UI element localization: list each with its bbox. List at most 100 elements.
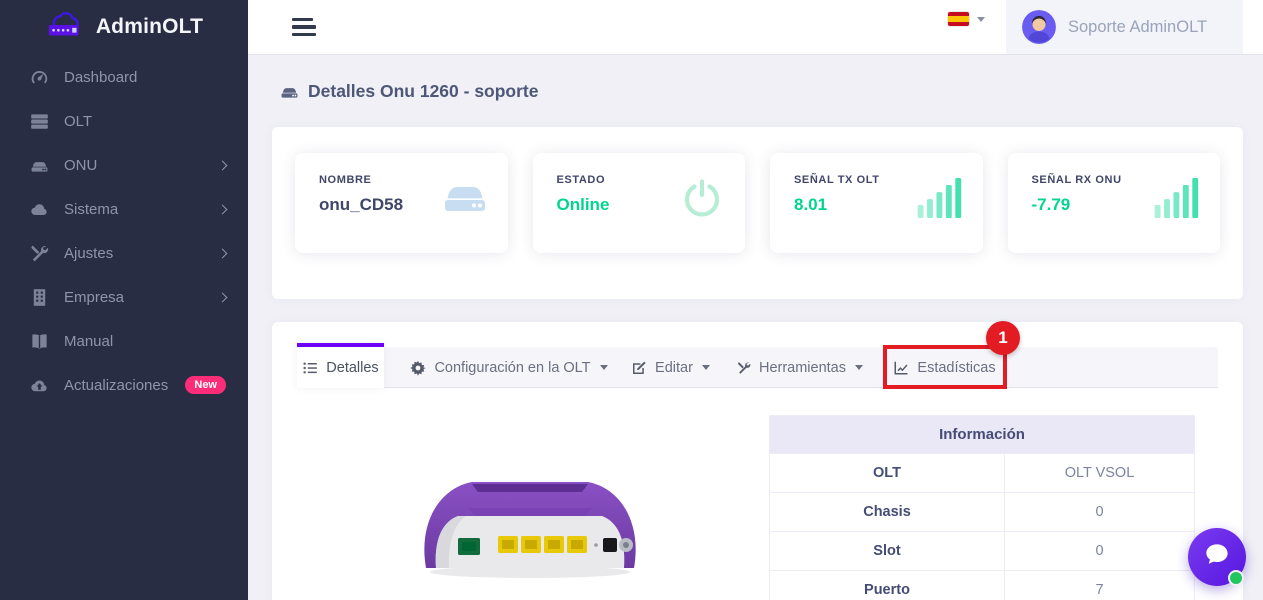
cloud-olt-logo-icon (45, 10, 87, 45)
tab-label: Estadísticas (917, 360, 995, 376)
tab-label: Herramientas (759, 360, 846, 376)
stat-card-senal-rx-onu: SEÑAL RX ONU -7.79 (1008, 153, 1221, 253)
tab-estadisticas[interactable]: Estadísticas (884, 347, 1005, 388)
avatar (1022, 10, 1056, 44)
chevron-right-icon (218, 160, 228, 170)
server-icon (30, 112, 49, 131)
caret-down-icon (977, 17, 985, 22)
power-icon (679, 178, 725, 218)
sidebar: AdminOLT Dashboard OLT ONU Sistema Ajust… (0, 0, 248, 600)
info-table: Información OLT OLT VSOL Chasis 0 Slot 0… (769, 415, 1195, 600)
table-row: Slot 0 (770, 531, 1194, 570)
tab-label: Detalles (326, 360, 378, 376)
tab-bar: Detalles Configuración en la OLT Editar … (297, 347, 1218, 388)
hamburger-menu-icon[interactable] (292, 14, 316, 40)
stat-card-nombre: NOMBRE onu_CD58 (295, 153, 508, 253)
edit-icon (631, 360, 647, 376)
caret-down-icon (855, 365, 863, 370)
stat-value: onu_CD58 (319, 195, 403, 215)
list-icon (302, 360, 318, 376)
cloud-upload-icon (30, 376, 49, 395)
table-row-key: Slot (770, 532, 1004, 570)
cloud-icon (30, 200, 49, 219)
table-row-key: OLT (770, 454, 1004, 492)
user-menu[interactable]: Soporte AdminOLT (1006, 0, 1243, 54)
new-badge: New (185, 376, 226, 394)
sidebar-item-label: Dashboard (64, 69, 226, 86)
table-row-key: Chasis (770, 493, 1004, 531)
stat-value: -7.79 (1032, 195, 1122, 215)
onu-device-image (410, 452, 650, 592)
tools-icon (30, 244, 49, 263)
sidebar-item-actualizaciones[interactable]: Actualizaciones New (0, 363, 248, 407)
signal-icon (917, 178, 963, 218)
sidebar-item-label: OLT (64, 113, 226, 130)
sidebar-item-onu[interactable]: ONU (0, 143, 248, 187)
sidebar-item-label: Empresa (64, 289, 219, 306)
sidebar-item-olt[interactable]: OLT (0, 99, 248, 143)
user-name: Soporte AdminOLT (1068, 18, 1207, 37)
stat-value: Online (557, 195, 610, 215)
stats-panel: NOMBRE onu_CD58 ESTADO Online SEÑAL TX O… (272, 127, 1243, 299)
sidebar-item-ajustes[interactable]: Ajustes (0, 231, 248, 275)
table-row: OLT OLT VSOL (770, 453, 1194, 492)
table-row-value: 0 (1004, 532, 1194, 570)
sidebar-item-label: Sistema (64, 201, 219, 218)
language-selector[interactable] (948, 12, 985, 26)
tab-configuracion-olt[interactable]: Configuración en la OLT (399, 347, 619, 388)
caret-down-icon (702, 365, 710, 370)
stat-label: SEÑAL TX OLT (794, 174, 880, 186)
tab-label: Configuración en la OLT (434, 360, 590, 376)
stat-card-estado: ESTADO Online (533, 153, 746, 253)
sidebar-menu: Dashboard OLT ONU Sistema Ajustes Empres… (0, 54, 248, 407)
chat-widget-button[interactable] (1188, 528, 1246, 586)
sidebar-item-sistema[interactable]: Sistema (0, 187, 248, 231)
info-table-header: Información (770, 416, 1194, 453)
router-icon (30, 156, 49, 175)
tab-detalles[interactable]: Detalles (297, 343, 384, 388)
book-icon (30, 332, 49, 351)
topbar: Soporte AdminOLT (248, 0, 1263, 54)
table-row-key: Puerto (770, 571, 1004, 600)
sidebar-item-label: Manual (64, 333, 226, 350)
wrench-icon (737, 360, 751, 376)
page-title: Detalles Onu 1260 - soporte (308, 81, 539, 102)
spain-flag-icon (948, 12, 969, 26)
table-row-value: 7 (1004, 571, 1194, 600)
gear-icon (410, 360, 426, 376)
tab-label: Editar (655, 360, 693, 376)
tab-editar[interactable]: Editar (630, 347, 711, 388)
sidebar-item-label: Ajustes (64, 245, 219, 262)
router-icon (442, 178, 488, 218)
stat-label: NOMBRE (319, 174, 403, 186)
stat-card-senal-tx-olt: SEÑAL TX OLT 8.01 (770, 153, 983, 253)
gauge-icon (30, 68, 49, 87)
stat-label: SEÑAL RX ONU (1032, 174, 1122, 186)
router-icon (280, 82, 299, 101)
table-row: Chasis 0 (770, 492, 1194, 531)
app-logo[interactable]: AdminOLT (0, 0, 248, 54)
sidebar-item-manual[interactable]: Manual (0, 319, 248, 363)
annotation-step-badge: 1 (986, 321, 1020, 355)
chevron-right-icon (218, 248, 228, 258)
table-row: Puerto 7 (770, 570, 1194, 600)
chevron-right-icon (218, 292, 228, 302)
building-icon (30, 288, 49, 307)
signal-icon (1154, 178, 1200, 218)
sidebar-item-dashboard[interactable]: Dashboard (0, 55, 248, 99)
page-header: Detalles Onu 1260 - soporte (280, 81, 539, 102)
sidebar-item-label: ONU (64, 157, 219, 174)
sidebar-item-empresa[interactable]: Empresa (0, 275, 248, 319)
speech-bubble-icon (1202, 540, 1232, 575)
sidebar-item-label: Actualizaciones (64, 377, 177, 394)
tab-herramientas[interactable]: Herramientas (737, 347, 863, 388)
caret-down-icon (600, 365, 608, 370)
app-logo-text: AdminOLT (96, 15, 203, 39)
table-row-value: OLT VSOL (1004, 454, 1194, 492)
chart-icon (893, 360, 909, 376)
stat-label: ESTADO (557, 174, 610, 186)
stat-value: 8.01 (794, 195, 880, 215)
chevron-right-icon (218, 204, 228, 214)
table-row-value: 0 (1004, 493, 1194, 531)
online-status-dot (1228, 570, 1244, 586)
